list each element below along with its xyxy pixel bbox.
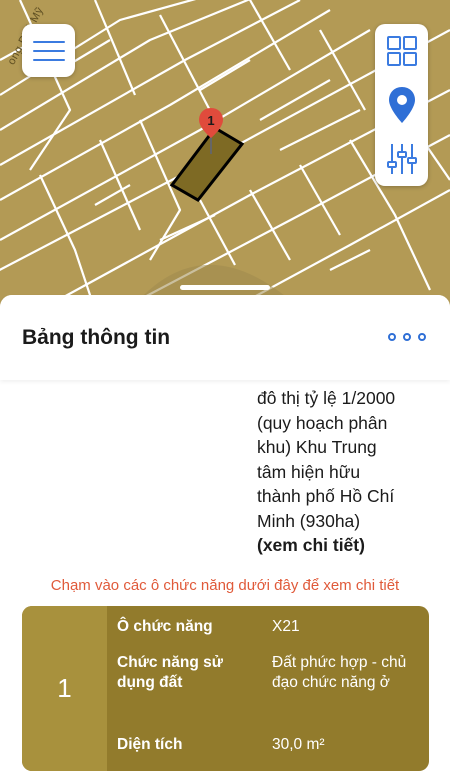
sheet-drag-handle[interactable] [180,285,270,290]
view-detail-link[interactable]: (xem chi tiết) [257,533,437,558]
map-tools [375,24,428,186]
hamburger-menu-icon [32,40,65,61]
description-line: khu) Khu Trung [257,437,377,457]
description-line: đô thị tỷ lệ 1/2000 [257,388,396,408]
locate-button[interactable] [375,78,428,132]
description-line: Minh (930ha) [257,510,361,531]
layers-button[interactable] [375,24,428,78]
location-pin-icon [388,87,415,123]
map-marker[interactable]: 1 [199,108,223,156]
sheet-title: Bảng thông tin [22,326,171,349]
more-options-button[interactable] [388,329,426,345]
map-view[interactable]: ong Phú Mỹ 1 [0,0,450,310]
hint-text: Chạm vào các ô chức năng dưới đây để xem… [50,577,400,594]
marker-label: 1 [207,113,215,128]
more-options-icon [388,333,396,341]
plan-description: đô thị tỷ lệ 1/2000 (quy hoạch phân khu)… [257,386,437,558]
land-use-value: Đất phức hợp - chủ đạo chức năng ở [272,654,407,691]
function-cell-card[interactable]: 1 Ô chức năng X21 Chức năng sử dụng đất … [22,606,429,771]
description-line: thành phố Hồ Chí [257,486,395,506]
sliders-icon [386,144,417,174]
menu-button[interactable] [22,24,75,77]
filter-button[interactable] [375,132,428,186]
info-sheet: Bảng thông tin đô thị tỷ lệ 1/2000 (quy … [0,295,450,776]
land-use-label: Chức năng sử dụng đất [117,654,223,691]
function-cell-value: X21 [272,618,300,635]
description-line: (quy hoạch phân [257,412,388,433]
function-cell-index: 1 [57,673,72,703]
function-cell-label: Ô chức năng [117,618,213,635]
grid-layers-icon [386,36,417,66]
description-line: tâm hiện hữu [257,461,361,482]
sheet-header: Bảng thông tin [0,295,450,380]
area-label: Diện tích [117,736,183,753]
area-value: 30,0 m² [272,736,325,753]
